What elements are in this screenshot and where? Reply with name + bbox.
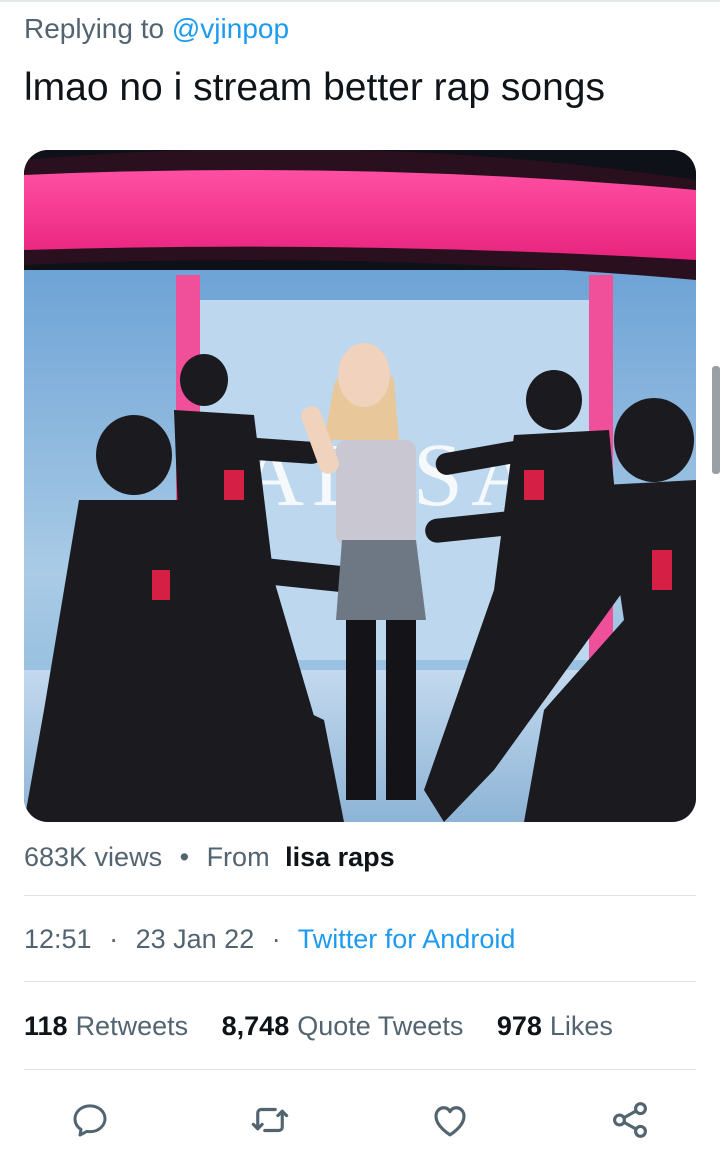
like-icon: [434, 1106, 466, 1137]
top-divider: [0, 0, 720, 2]
views-line: 683K views • From lisa raps: [24, 840, 395, 874]
replying-to-label: Replying to: [24, 13, 165, 44]
likes-label: Likes: [549, 1011, 613, 1041]
tweet-action-bar: [0, 1092, 720, 1148]
reply-icon: [73, 1104, 107, 1137]
meta-separator-1: ·: [109, 924, 119, 954]
divider-3: [24, 1069, 696, 1070]
likes-count: 978: [496, 1011, 542, 1041]
views-separator: •: [179, 842, 190, 872]
replying-to-line: Replying to @vjinpop: [24, 12, 289, 46]
client-link[interactable]: Twitter for Android: [298, 924, 516, 954]
tweet-date: 23 Jan 22: [135, 924, 255, 954]
reply-button[interactable]: [62, 1092, 118, 1148]
meta-separator-2: ·: [271, 924, 281, 954]
share-button[interactable]: [602, 1092, 658, 1148]
tweet-text: lmao no i stream better rap songs: [24, 66, 605, 109]
divider-2: [24, 981, 696, 982]
engagement-stats: 118 Retweets 8,748 Quote Tweets 978 Likes: [24, 1009, 639, 1043]
reply-handle-link[interactable]: @vjinpop: [172, 13, 289, 44]
tweet-time: 12:51: [24, 924, 92, 954]
quote-tweets-stat[interactable]: 8,748 Quote Tweets: [222, 1011, 464, 1041]
retweets-stat[interactable]: 118 Retweets: [24, 1011, 188, 1041]
share-icon: [613, 1102, 647, 1138]
quote-tweets-count: 8,748: [221, 1011, 290, 1041]
retweet-icon: [251, 1107, 289, 1133]
view-count: 683K views: [24, 842, 163, 872]
retweets-label: Retweets: [75, 1011, 189, 1041]
retweets-count: 118: [24, 1011, 68, 1041]
source-account-link[interactable]: lisa raps: [285, 842, 395, 872]
retweet-button[interactable]: [242, 1092, 298, 1148]
tweet-meta-line: 12:51 · 23 Jan 22 · Twitter for Android: [24, 922, 515, 956]
tweet-video[interactable]: LALISA: [24, 150, 696, 822]
divider-1: [24, 895, 696, 896]
from-label: From: [206, 842, 270, 872]
like-button[interactable]: [422, 1092, 478, 1148]
video-frame: LALISA: [24, 150, 696, 822]
quote-tweets-label: Quote Tweets: [297, 1011, 464, 1041]
scrollbar-thumb[interactable]: [712, 366, 720, 474]
likes-stat[interactable]: 978 Likes: [497, 1011, 613, 1041]
